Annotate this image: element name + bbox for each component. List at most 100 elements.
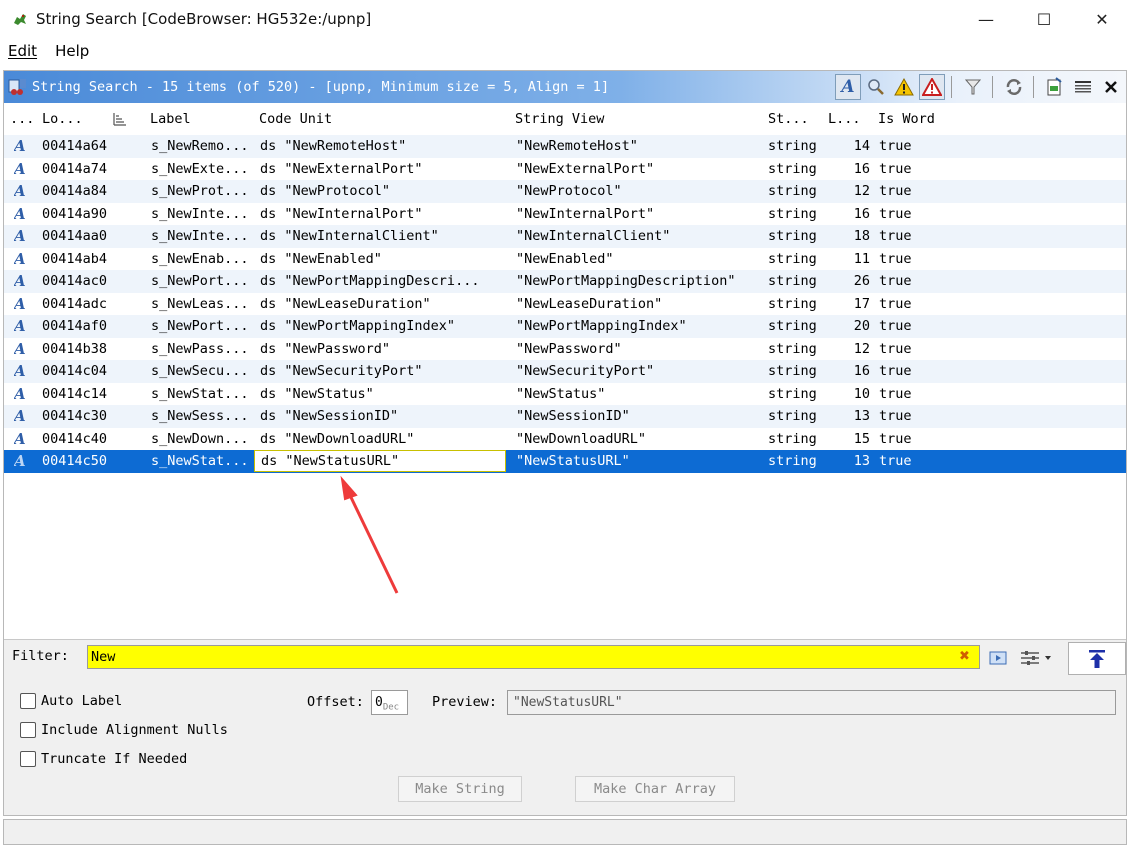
include-alignment-nulls-checkbox[interactable] (20, 722, 36, 738)
table-row[interactable]: A 00414c40 s_NewDown... ds "NewDownloadURL"… (4, 428, 1126, 451)
cell-is-word: true (879, 160, 912, 177)
cell-label: s_NewRemo... (151, 138, 247, 154)
string-type-icon: A (14, 429, 26, 448)
cell-code-unit: ds "NewSessionID" (260, 408, 399, 424)
cell-code-unit: ds "NewInternalClient" (260, 228, 439, 244)
filter-options-icon[interactable] (1018, 646, 1054, 670)
cell-string-view: "NewEnabled" (516, 250, 614, 267)
close-panel-icon[interactable] (1098, 74, 1124, 100)
cell-length: 18 (853, 228, 870, 244)
filter-input[interactable]: New (87, 645, 980, 669)
string-type-icon: A (14, 384, 26, 403)
cell-code-unit: ds "NewExternalPort" (260, 160, 423, 177)
cell-length: 11 (853, 250, 870, 267)
table-row[interactable]: A 00414adc s_NewLeas... ds "NewLeaseDuratio… (4, 293, 1126, 316)
cell-code-unit: ds "NewInternalPort" (260, 205, 423, 222)
cell-length: 16 (853, 205, 870, 222)
cell-label: s_NewPort... (151, 318, 247, 334)
table-row[interactable]: A 00414a84 s_NewProt... ds "NewProtocol" "Ne… (4, 180, 1126, 203)
cell-label: s_NewExte... (151, 160, 247, 177)
table-row[interactable]: A 00414ac0 s_NewPort... ds "NewPortMappingD… (4, 270, 1126, 293)
warning-icon[interactable] (891, 74, 917, 100)
refresh-icon[interactable] (1001, 74, 1027, 100)
cell-location: 00414c40 (42, 430, 108, 447)
offset-input[interactable]: 0Dec (371, 690, 408, 715)
cell-string-view: "NewSessionID" (516, 408, 630, 424)
table-row[interactable]: A 00414a64 s_NewRemo... ds "NewRemoteHost" "… (4, 135, 1126, 158)
table-row[interactable]: A 00414c50 s_NewStat... ds "NewStatusURL" "N… (4, 450, 1126, 473)
column-header-code-unit[interactable]: Code Unit (259, 103, 332, 135)
close-window-button[interactable]: ✕ (1073, 0, 1131, 38)
include-alignment-nulls-option[interactable]: Include Alignment Nulls (20, 722, 228, 738)
auto-label-checkbox[interactable] (20, 693, 36, 709)
cell-string-type: string (768, 228, 817, 244)
sort-indicator-icon[interactable] (112, 112, 128, 127)
cell-length: 17 (853, 295, 870, 312)
truncate-if-needed-checkbox[interactable] (20, 751, 36, 767)
cell-string-view: "NewPassword" (516, 340, 622, 357)
table-row[interactable]: A 00414af0 s_NewPort... ds "NewPortMappingI… (4, 315, 1126, 338)
string-type-icon: A (14, 362, 26, 380)
error-warning-icon[interactable] (919, 74, 945, 100)
column-header-string-type[interactable]: St... (768, 103, 809, 135)
string-type-icon: A (14, 294, 26, 313)
cell-string-type: string (768, 205, 817, 222)
search-icon[interactable] (863, 74, 889, 100)
column-header-label[interactable]: Label (150, 103, 191, 135)
cell-is-word: true (879, 453, 912, 469)
cell-string-type: string (768, 340, 817, 357)
auto-label-option[interactable]: Auto Label (20, 693, 122, 709)
menu-edit[interactable]: Edit (8, 42, 37, 60)
cell-location: 00414ab4 (42, 250, 108, 267)
cell-string-type: string (768, 273, 817, 289)
truncate-if-needed-label: Truncate If Needed (41, 751, 188, 767)
make-char-array-button[interactable]: Make Char Array (575, 776, 735, 802)
column-header-icon[interactable]: ... (10, 103, 34, 135)
cell-location: 00414adc (42, 295, 108, 312)
truncate-if-needed-option[interactable]: Truncate If Needed (20, 751, 187, 767)
show-string-icon[interactable]: A (835, 74, 861, 100)
table-row[interactable]: A 00414a90 s_NewInte... ds "NewInternalPort… (4, 203, 1126, 226)
column-header-is-word[interactable]: Is Word (878, 103, 935, 135)
cell-length: 12 (853, 340, 870, 357)
menu-help[interactable]: Help (55, 42, 89, 60)
maximize-button[interactable]: ☐ (1015, 0, 1073, 38)
cell-length: 16 (853, 363, 870, 379)
cell-location: 00414b38 (42, 340, 108, 357)
minimize-button[interactable]: — (957, 0, 1015, 38)
menu-bar: Edit Help (0, 38, 1131, 64)
cell-code-unit: ds "NewDownloadURL" (260, 430, 415, 447)
string-type-icon: A (14, 339, 26, 358)
filter-icon[interactable] (960, 74, 986, 100)
table-row[interactable]: A 00414c04 s_NewSecu... ds "NewSecurityPort… (4, 360, 1126, 383)
filter-mode-icon[interactable] (986, 646, 1010, 670)
table-row[interactable]: A 00414b38 s_NewPass... ds "NewPassword" "Ne… (4, 338, 1126, 361)
cell-location: 00414a74 (42, 160, 108, 177)
make-string-button[interactable]: Make String (398, 776, 522, 802)
scroll-to-top-button[interactable] (1068, 642, 1126, 675)
cell-string-view: "NewInternalPort" (516, 205, 655, 222)
table-row[interactable]: A 00414aa0 s_NewInte... ds "NewInternalClie… (4, 225, 1126, 248)
clear-filter-icon[interactable]: ✖ (959, 649, 970, 664)
column-header-location[interactable]: Lo... (42, 103, 83, 135)
offset-label: Offset: (307, 694, 364, 710)
column-header-string-view[interactable]: String View (515, 103, 604, 135)
string-type-icon: A (14, 182, 26, 200)
table-row[interactable]: A 00414c14 s_NewStat... ds "NewStatus" "NewS… (4, 383, 1126, 406)
cell-code-unit: ds "NewLeaseDuration" (260, 295, 431, 312)
table-row[interactable]: A 00414ab4 s_NewEnab... ds "NewEnabled" "New… (4, 248, 1126, 271)
table-row[interactable]: A 00414a74 s_NewExte... ds "NewExternalPort… (4, 158, 1126, 181)
status-bar (3, 819, 1127, 845)
string-type-icon: A (14, 317, 26, 335)
cell-length: 10 (853, 385, 870, 402)
cell-string-view: "NewPortMappingDescription" (516, 273, 736, 289)
component-title: String Search - 15 items (of 520) - [upn… (32, 79, 610, 95)
string-type-icon: A (14, 159, 26, 178)
cell-length: 12 (853, 183, 870, 199)
table-options-icon[interactable] (1070, 74, 1096, 100)
make-selection-icon[interactable] (1042, 74, 1068, 100)
table-row[interactable]: A 00414c30 s_NewSess... ds "NewSessionID" "N… (4, 405, 1126, 428)
cell-is-word: true (879, 250, 912, 267)
column-header-length[interactable]: L... (828, 103, 861, 135)
cell-location: 00414c50 (42, 453, 108, 469)
